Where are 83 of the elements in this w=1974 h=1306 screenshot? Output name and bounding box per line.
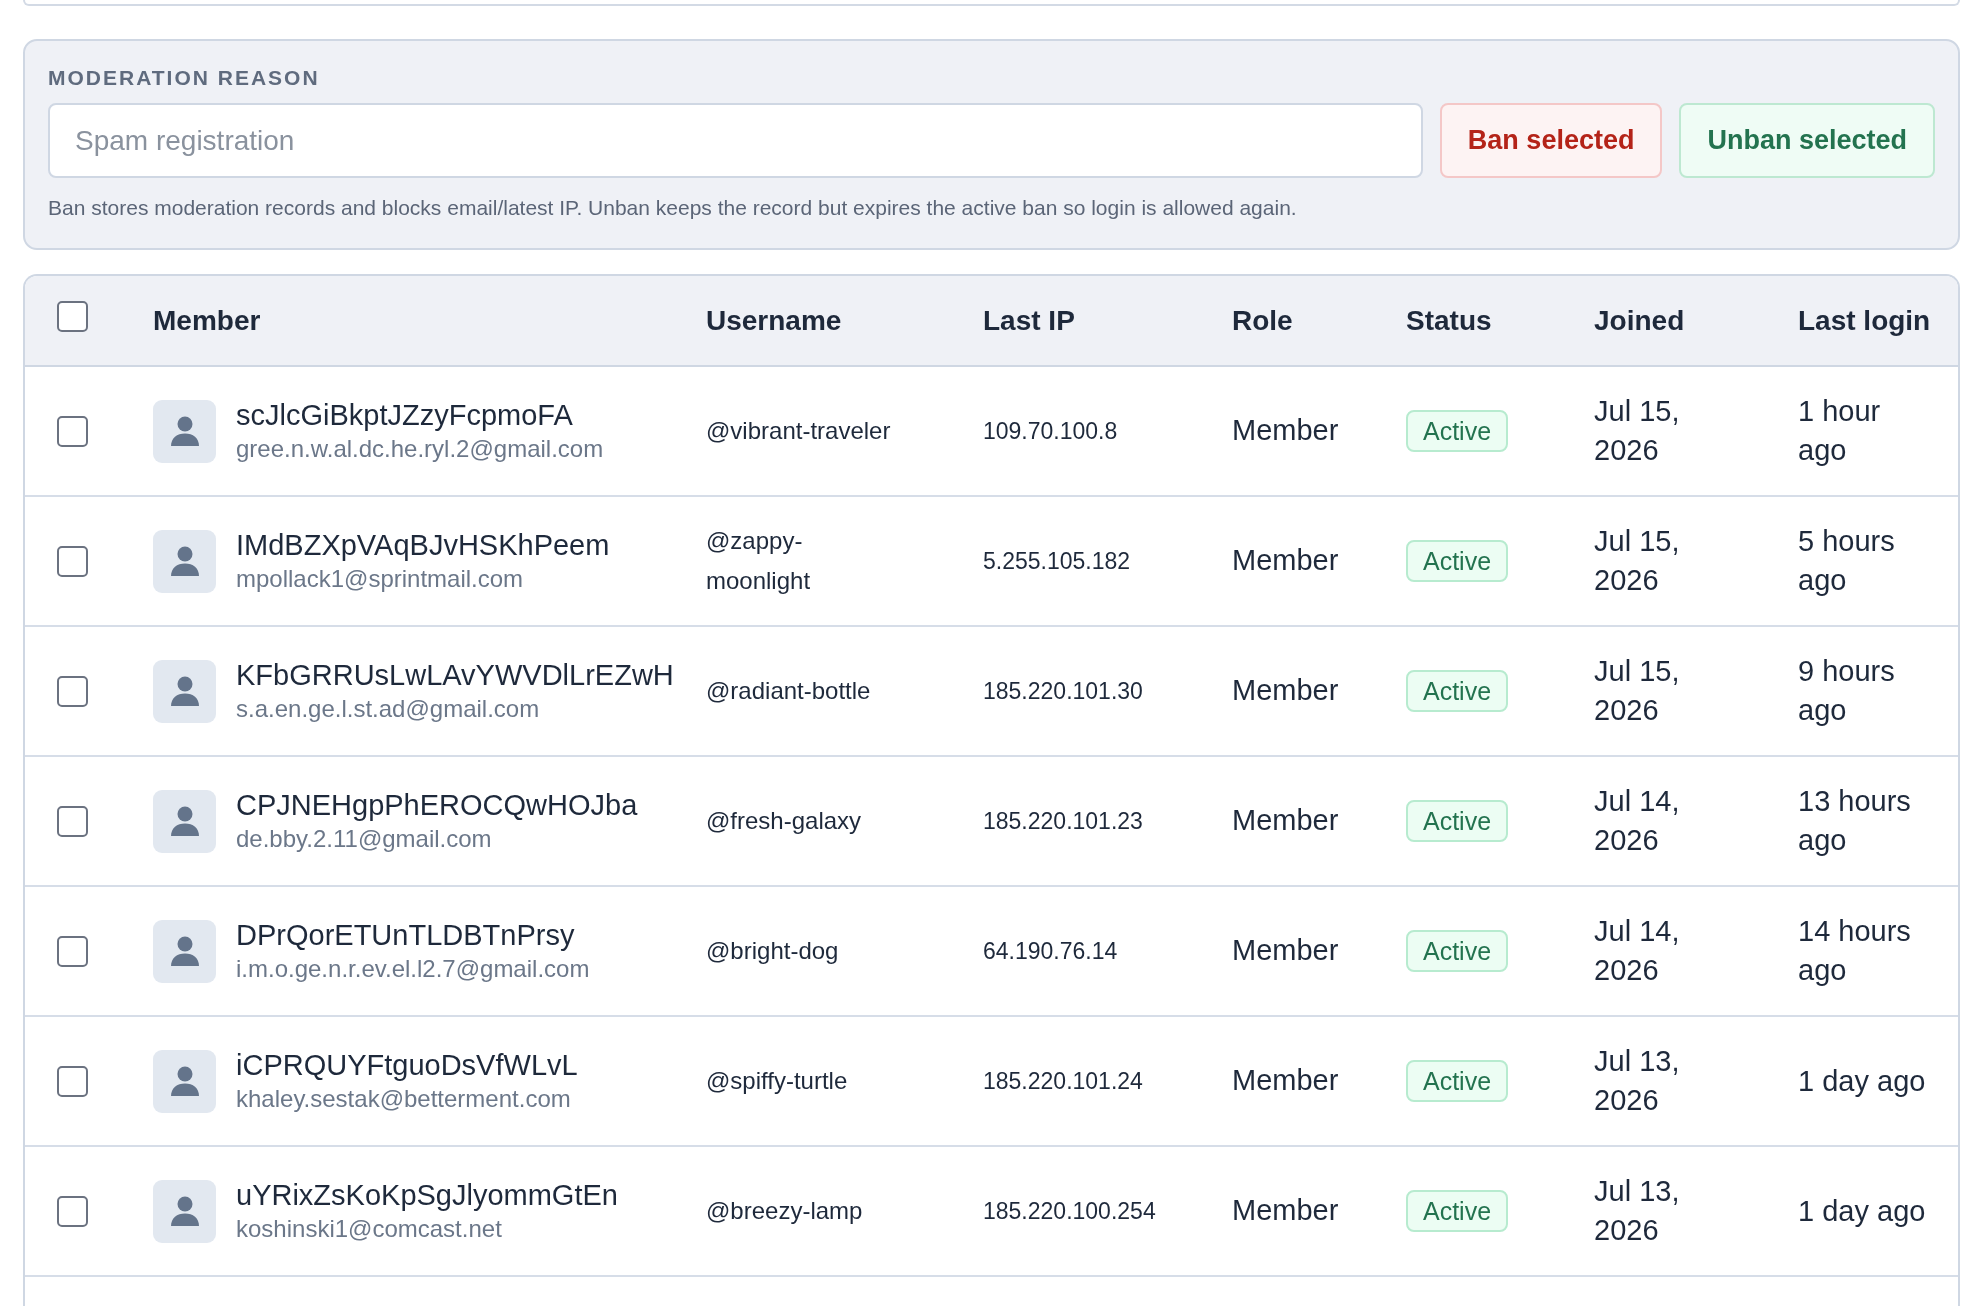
status-badge: Active bbox=[1406, 410, 1509, 452]
field-label: MODERATION REASON bbox=[48, 65, 321, 91]
person-icon bbox=[153, 399, 216, 463]
status-badge: Active bbox=[1406, 670, 1509, 712]
column-header: Last IP bbox=[983, 303, 1075, 338]
last-login: 5 hours ago bbox=[1798, 524, 1896, 598]
last-login: 13 hours ago bbox=[1798, 784, 1912, 858]
member-email: i.m.o.ge.n.r.ev.el.l2.7@gmail.com bbox=[236, 954, 590, 984]
member-name: iCPRQUYFtguoDsVfWLvL bbox=[236, 1048, 578, 1083]
member-email: de.bby.2.11@gmail.com bbox=[236, 824, 493, 854]
checkbox[interactable] bbox=[57, 675, 88, 707]
role: Member bbox=[1232, 933, 1339, 969]
column-header: Member bbox=[153, 303, 261, 338]
checkbox[interactable] bbox=[57, 1065, 88, 1097]
role: Member bbox=[1232, 413, 1339, 449]
ip-address: 185.220.100.254 bbox=[983, 1196, 1156, 1226]
column-header: Last login bbox=[1798, 303, 1931, 338]
member-name: CPJNEHgpPhEROCQwHOJba bbox=[236, 788, 638, 823]
member-email: gree.n.w.al.dc.he.ryl.2@gmail.com bbox=[236, 434, 604, 464]
person-icon bbox=[153, 919, 216, 983]
role: Member bbox=[1232, 543, 1339, 579]
joined-date: Jul 15, 2026 bbox=[1594, 394, 1681, 468]
unban-button[interactable]: Unban selected bbox=[1679, 103, 1935, 178]
member-name: uYRixZsKoKpSgJlyommGtEn bbox=[236, 1178, 618, 1213]
checkbox[interactable] bbox=[57, 935, 88, 967]
joined-date: Jul 15, 2026 bbox=[1594, 654, 1681, 728]
last-login: 14 hours ago bbox=[1798, 914, 1912, 988]
last-login: 1 hour ago bbox=[1798, 394, 1882, 468]
checkbox[interactable] bbox=[57, 545, 88, 577]
role: Member bbox=[1232, 803, 1339, 839]
status-badge: Active bbox=[1406, 540, 1509, 582]
last-login: 9 hours ago bbox=[1798, 654, 1896, 728]
person-icon bbox=[153, 529, 216, 593]
ip-address: 64.190.76.14 bbox=[983, 936, 1118, 966]
column-header: Joined bbox=[1594, 303, 1685, 338]
person-icon bbox=[153, 659, 216, 723]
ip-address: 5.255.105.182 bbox=[983, 546, 1131, 576]
member-email: mpollack1@sprintmail.com bbox=[236, 564, 525, 594]
member-name: scJlcGiBkptJZzyFcpmoFA bbox=[236, 398, 574, 433]
username: @radiant-bottle bbox=[706, 676, 871, 706]
person-icon bbox=[153, 1049, 216, 1113]
username: @fresh-galaxy bbox=[706, 806, 862, 836]
username: @breezy-lamp bbox=[706, 1196, 863, 1226]
last-login: 1 day ago bbox=[1798, 1063, 1926, 1099]
ban-button[interactable]: Ban selected bbox=[1439, 103, 1663, 178]
person-icon bbox=[153, 789, 216, 853]
role: Member bbox=[1232, 673, 1339, 709]
member-email: khaley.sestak@betterment.com bbox=[236, 1084, 572, 1114]
checkbox[interactable] bbox=[57, 415, 88, 447]
status-badge: Active bbox=[1406, 930, 1509, 972]
member-name: DPrQorETUnTLDBTnPrsy bbox=[236, 918, 576, 953]
column-header: Role bbox=[1232, 303, 1293, 338]
joined-date: Jul 14, 2026 bbox=[1594, 914, 1681, 988]
username: @vibrant-traveler bbox=[706, 416, 891, 446]
checkbox[interactable] bbox=[57, 805, 88, 837]
member-email: s.a.en.ge.l.st.ad@gmail.com bbox=[236, 694, 541, 724]
username: @spiffy-turtle bbox=[706, 1066, 848, 1096]
ip-address: 185.220.101.24 bbox=[983, 1066, 1143, 1096]
reason-input[interactable]: Spam registration bbox=[48, 103, 1423, 178]
joined-date: Jul 14, 2026 bbox=[1594, 784, 1681, 858]
username: @bright-dog bbox=[706, 936, 839, 966]
joined-date: Jul 13, 2026 bbox=[1594, 1174, 1681, 1248]
member-name: KFbGRRUsLwLAvYWVDlLrEZwH bbox=[236, 658, 674, 693]
member-email: koshinski1@comcast.net bbox=[236, 1214, 503, 1244]
joined-date: Jul 15, 2026 bbox=[1594, 524, 1681, 598]
help-text: Ban stores moderation records and blocks email/latest IP. Unban keeps the record but expires the active ban so login is allowed again. bbox=[48, 195, 1298, 221]
column-header: Status bbox=[1406, 303, 1492, 338]
ip-address: 109.70.100.8 bbox=[983, 416, 1118, 446]
status-badge: Active bbox=[1406, 800, 1509, 842]
member-name: IMdBZXpVAqBJvHSKhPeem bbox=[236, 528, 610, 563]
checkbox[interactable] bbox=[57, 301, 88, 332]
role: Member bbox=[1232, 1193, 1339, 1229]
checkbox[interactable] bbox=[57, 1195, 88, 1227]
last-login: 1 day ago bbox=[1798, 1193, 1926, 1229]
ip-address: 185.220.101.30 bbox=[983, 676, 1143, 706]
username: @zappy-moonlight bbox=[706, 526, 812, 596]
status-badge: Active bbox=[1406, 1190, 1509, 1232]
status-badge: Active bbox=[1406, 1060, 1509, 1102]
column-header: Username bbox=[706, 303, 842, 338]
ip-address: 185.220.101.23 bbox=[983, 806, 1143, 836]
role: Member bbox=[1232, 1063, 1339, 1099]
joined-date: Jul 13, 2026 bbox=[1594, 1044, 1681, 1118]
person-icon bbox=[153, 1179, 216, 1243]
